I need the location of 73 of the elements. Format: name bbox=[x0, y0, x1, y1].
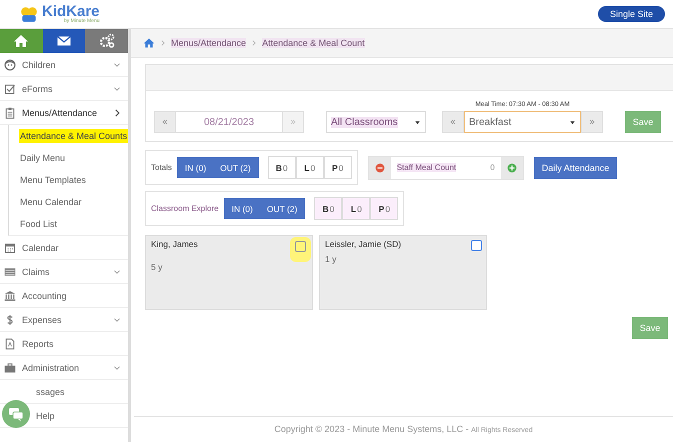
checkbox[interactable] bbox=[295, 241, 306, 252]
submenu-item[interactable]: Menu Calendar bbox=[19, 195, 83, 209]
next-button[interactable] bbox=[581, 111, 603, 133]
daily-attendance-button[interactable]: Daily Attendance bbox=[534, 156, 618, 178]
site-button[interactable]: Single Site bbox=[598, 6, 665, 22]
breadcrumb-link[interactable]: Attendance & Meal Count bbox=[262, 38, 365, 48]
nav-item[interactable]: Reports bbox=[0, 332, 128, 356]
gears-icon bbox=[98, 33, 115, 49]
previous-button[interactable] bbox=[154, 111, 176, 133]
counts-label: Classroom Explore bbox=[151, 204, 219, 213]
child-age: 5 y bbox=[151, 262, 164, 272]
caret-icon bbox=[414, 118, 421, 126]
home-button[interactable] bbox=[0, 29, 43, 53]
nav-item[interactable]: Children bbox=[0, 53, 128, 77]
submenu-item[interactable]: Attendance & Meal Counts bbox=[19, 129, 128, 143]
double-chevron-left-icon bbox=[161, 118, 169, 126]
checkbox[interactable] bbox=[471, 240, 482, 251]
chevron-right-icon bbox=[160, 40, 166, 46]
caret-icon bbox=[569, 118, 576, 126]
nav-item[interactable]: Claims bbox=[0, 260, 128, 284]
child-name: King, James bbox=[151, 239, 198, 249]
counts-label: Totals bbox=[151, 163, 172, 172]
document-icon bbox=[4, 338, 16, 350]
bank-icon bbox=[4, 290, 16, 302]
home-icon bbox=[143, 37, 155, 49]
in-out-toggle[interactable]: IN (0) OUT (2) bbox=[176, 157, 259, 178]
meal-count: B0 bbox=[268, 156, 296, 179]
meal-count: P0 bbox=[370, 197, 398, 220]
submenu-item[interactable]: Daily Menu bbox=[19, 151, 66, 165]
meal-count: P0 bbox=[324, 156, 352, 179]
staff-meal-count-field[interactable]: Staff Meal Count 0 bbox=[390, 156, 501, 178]
in-out-toggle[interactable]: IN (0) OUT (2) bbox=[224, 198, 306, 219]
calendar-icon bbox=[4, 242, 16, 254]
double-chevron-left-icon bbox=[449, 118, 457, 126]
child-card[interactable]: Leissler, Jamie (SD) 1 y bbox=[319, 235, 487, 310]
nav-item[interactable]: Administration bbox=[0, 356, 128, 380]
chat-bubbles-icon bbox=[8, 405, 24, 423]
plus-icon bbox=[506, 162, 517, 172]
minus-button[interactable] bbox=[368, 156, 391, 178]
mail-button[interactable] bbox=[42, 29, 86, 53]
chat-button[interactable] bbox=[2, 400, 30, 428]
nav-item[interactable]: Accounting bbox=[0, 284, 128, 308]
face-icon bbox=[4, 58, 16, 70]
home-icon bbox=[13, 33, 30, 49]
child-name: Leissler, Jamie (SD) bbox=[325, 239, 402, 249]
meal-count: B0 bbox=[314, 197, 342, 220]
date-field[interactable]: 08/21/2023 bbox=[176, 111, 282, 133]
previous-button[interactable] bbox=[442, 111, 464, 133]
double-chevron-right-icon bbox=[289, 118, 297, 126]
gears-button[interactable] bbox=[85, 29, 128, 53]
submenu-item[interactable]: Menu Templates bbox=[19, 173, 87, 187]
submenu-item[interactable]: Food List bbox=[19, 217, 58, 231]
child-age: 1 y bbox=[325, 254, 338, 264]
breadcrumb-link[interactable]: Menus/Attendance bbox=[171, 38, 246, 48]
child-card[interactable]: King, James 5 y bbox=[145, 235, 313, 310]
meal-count: L0 bbox=[342, 197, 370, 220]
nav-item[interactable]: Menus/Attendance bbox=[0, 101, 128, 125]
meal-dropdown[interactable]: Breakfast bbox=[464, 111, 581, 133]
chevron-right-icon bbox=[251, 40, 258, 46]
briefcase-icon bbox=[4, 362, 16, 374]
clipboard-icon bbox=[4, 106, 16, 118]
minus-icon bbox=[374, 162, 385, 172]
checkbox-icon bbox=[4, 82, 16, 94]
nav-item[interactable]: eForms bbox=[0, 77, 128, 101]
plus-button[interactable] bbox=[500, 156, 523, 178]
meal-count: L0 bbox=[296, 156, 324, 179]
classroom-dropdown[interactable]: All Classrooms bbox=[326, 111, 426, 133]
kids-logo-icon bbox=[18, 5, 40, 23]
nav-item[interactable]: Calendar bbox=[0, 236, 128, 260]
nav-item[interactable]: Expenses bbox=[0, 308, 128, 332]
double-chevron-right-icon bbox=[588, 118, 596, 126]
list-icon bbox=[4, 266, 16, 278]
logo-wordmark: KidKare bbox=[42, 4, 100, 19]
